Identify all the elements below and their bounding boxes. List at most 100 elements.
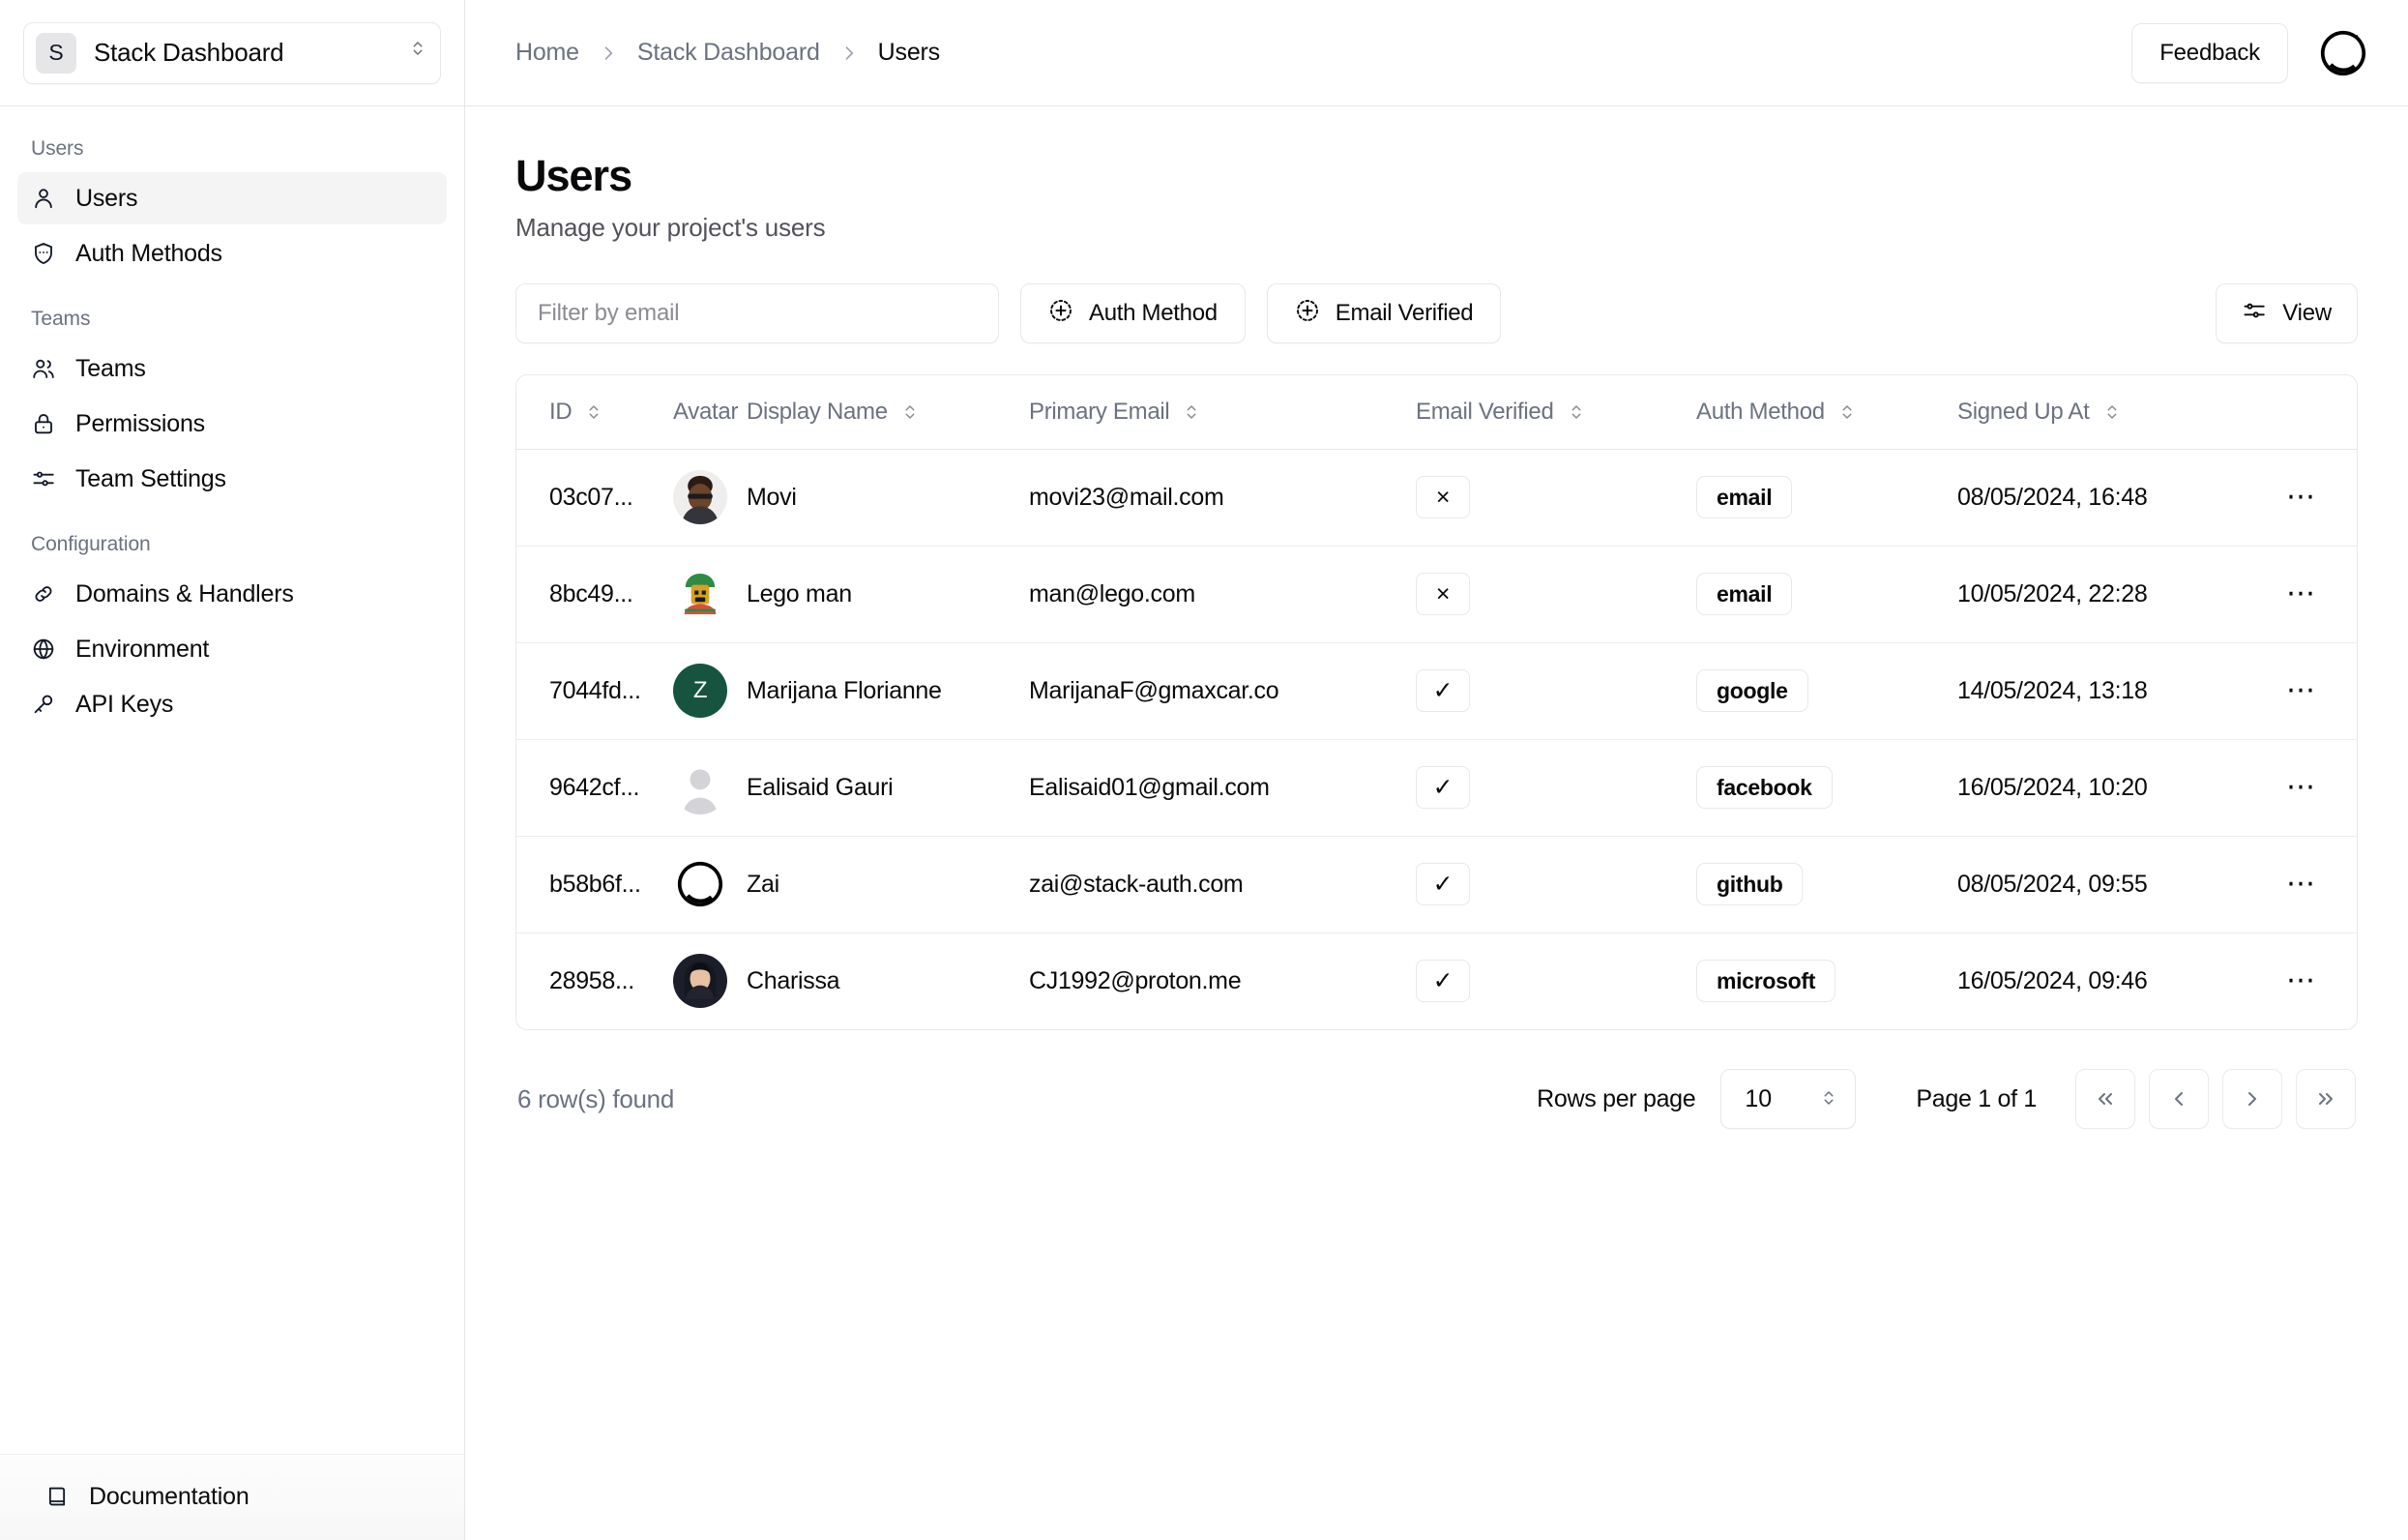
project-switcher[interactable]: S Stack Dashboard (23, 21, 441, 84)
sidebar-item-label: Users (75, 184, 138, 212)
table-head: ID Avatar Display Name Primary Email Ema… (516, 375, 2357, 450)
sliders-icon (2242, 298, 2267, 330)
column-label: Email Verified (1416, 398, 1554, 425)
column-header-id[interactable]: ID (516, 375, 673, 450)
breadcrumb-item-stack-dashboard[interactable]: Stack Dashboard (637, 39, 820, 67)
plus-circle-icon (1295, 298, 1320, 330)
cell-actions: ⋯ (2276, 836, 2357, 933)
breadcrumb: Home Stack Dashboard Users (515, 39, 2131, 67)
cell-signed-up-at: 14/05/2024, 13:18 (1957, 642, 2276, 740)
breadcrumb-item-users[interactable]: Users (878, 39, 940, 67)
view-options-button[interactable]: View (2216, 283, 2358, 343)
first-page-button[interactable] (2075, 1069, 2135, 1129)
sidebar-item-label: Domains & Handlers (75, 579, 294, 607)
sidebar-item-documentation[interactable]: Documentation (31, 1470, 433, 1523)
rows-per-page-label: Rows per page (1537, 1084, 1696, 1112)
table-row[interactable]: 7044fd... Z Marijana Florianne MarijanaF@gm… (516, 642, 2357, 740)
column-header-email-verified[interactable]: Email Verified (1416, 375, 1696, 450)
row-actions-button[interactable]: ⋯ (2276, 859, 2327, 909)
rows-per-page-select[interactable]: 10 (1720, 1069, 1857, 1129)
avatar[interactable] (2313, 23, 2373, 83)
cell-signed-up-at: 08/05/2024, 09:55 (1957, 836, 2276, 933)
sidebar-item-label: Team Settings (75, 464, 226, 492)
sidebar-item-team-settings[interactable]: Team Settings (17, 453, 447, 505)
prev-page-button[interactable] (2149, 1069, 2209, 1129)
sidebar-item-auth-methods[interactable]: Auth Methods (17, 227, 447, 280)
email-verified-filter-button[interactable]: Email Verified (1266, 283, 1502, 343)
cell-primary-email: CJ1992@proton.me (1029, 966, 1242, 994)
auth-method-filter-button[interactable]: Auth Method (1020, 283, 1246, 343)
auth-method-badge: email (1696, 476, 1793, 518)
auth-method-badge: email (1696, 573, 1793, 615)
cell-avatar (673, 933, 747, 1029)
next-page-button[interactable] (2222, 1069, 2282, 1129)
column-label: Signed Up At (1957, 398, 2090, 425)
app-root: S Stack Dashboard Users Users Auth Metho… (0, 0, 2408, 1540)
status-badge: × (1416, 573, 1470, 615)
cell-email-verified: × (1416, 449, 1696, 547)
chevrons-left-icon (2099, 1093, 2112, 1105)
feedback-button[interactable]: Feedback (2131, 22, 2288, 83)
table-row[interactable]: 03c07... Movi movi23@mail.com × email 08/05/2… (516, 449, 2357, 547)
avatar-initial: Z (673, 664, 727, 718)
row-actions-button[interactable]: ⋯ (2276, 666, 2327, 716)
column-header-display-name[interactable]: Display Name (747, 375, 1029, 450)
table-row[interactable]: 8bc49... Lego man man@lego.com × email 10/05/… (516, 546, 2357, 643)
breadcrumb-item-home[interactable]: Home (515, 39, 579, 67)
main-area: Home Stack Dashboard Users Feedback User… (465, 0, 2408, 1540)
cell-email-verified: × (1416, 546, 1696, 643)
nav-group-label-teams: Teams (31, 308, 91, 330)
sidebar-item-label: API Keys (75, 690, 174, 718)
column-label: Display Name (747, 398, 888, 425)
cell-actions: ⋯ (2276, 642, 2357, 740)
sidebar-item-environment[interactable]: Environment (17, 623, 447, 675)
users-table: ID Avatar Display Name Primary Email Ema… (516, 375, 2357, 1029)
column-header-primary-email[interactable]: Primary Email (1029, 375, 1416, 450)
project-name: Stack Dashboard (94, 38, 284, 67)
cell-id: 8bc49... (516, 546, 673, 643)
row-actions-button[interactable]: ⋯ (2276, 472, 2327, 522)
lock-icon (31, 411, 56, 436)
user-icon (31, 186, 56, 211)
cell-actions: ⋯ (2276, 449, 2357, 547)
status-badge: ✓ (1416, 669, 1470, 712)
sidebar-item-teams[interactable]: Teams (17, 342, 447, 395)
auth-method-badge: google (1696, 669, 1808, 712)
sidebar-item-permissions[interactable]: Permissions (17, 398, 447, 450)
column-header-auth-method[interactable]: Auth Method (1696, 375, 1957, 450)
status-badge: × (1416, 476, 1470, 518)
user-photo (673, 954, 727, 1009)
chevron-up-down-icon (409, 40, 426, 67)
table-row[interactable]: 9642cf... Ealisaid Gauri Ealisaid01@gmail.… (516, 739, 2357, 837)
chevron-right-icon (2248, 1092, 2256, 1106)
topbar: Home Stack Dashboard Users Feedback (465, 0, 2408, 106)
sidebar-item-label: Environment (75, 635, 210, 663)
filter-email-input[interactable] (515, 283, 999, 343)
row-actions-button[interactable]: ⋯ (2276, 956, 2327, 1006)
page-buttons (2075, 1069, 2356, 1129)
auth-method-badge: microsoft (1696, 960, 1836, 1003)
row-actions-button[interactable]: ⋯ (2276, 569, 2327, 619)
table-row[interactable]: 28958... Charissa CJ1992@proton.me ✓ microso… (516, 933, 2357, 1029)
person-silhouette-icon (673, 760, 727, 814)
chevron-right-icon (839, 44, 859, 63)
column-header-signed-up-at[interactable]: Signed Up At (1957, 375, 2276, 450)
table-row[interactable]: b58b6f... Zai zai@stack-auth.com ✓ github 08/… (516, 836, 2357, 933)
cell-email-verified: ✓ (1416, 933, 1696, 1029)
cell-id: b58b6f... (516, 836, 673, 933)
last-page-button[interactable] (2296, 1069, 2356, 1129)
sidebar: S Stack Dashboard Users Users Auth Metho… (0, 0, 465, 1540)
cell-primary-email: zai@stack-auth.com (1029, 836, 1416, 933)
sidebar-item-api-keys[interactable]: API Keys (17, 678, 447, 730)
sidebar-item-domains-handlers[interactable]: Domains & Handlers (17, 568, 447, 620)
rows-found-label: 6 row(s) found (517, 1083, 674, 1113)
sort-icon (1183, 400, 1200, 424)
cell-auth-method: email (1696, 546, 1957, 643)
sidebar-item-label: Auth Methods (75, 239, 222, 267)
email-verified-filter-label: Email Verified (1335, 300, 1474, 326)
row-actions-button[interactable]: ⋯ (2276, 762, 2327, 813)
cell-auth-method: microsoft (1696, 933, 1957, 1029)
sidebar-header: S Stack Dashboard (0, 0, 464, 106)
sidebar-item-users[interactable]: Users (17, 172, 447, 224)
page-indicator: Page 1 of 1 (1916, 1084, 2037, 1112)
